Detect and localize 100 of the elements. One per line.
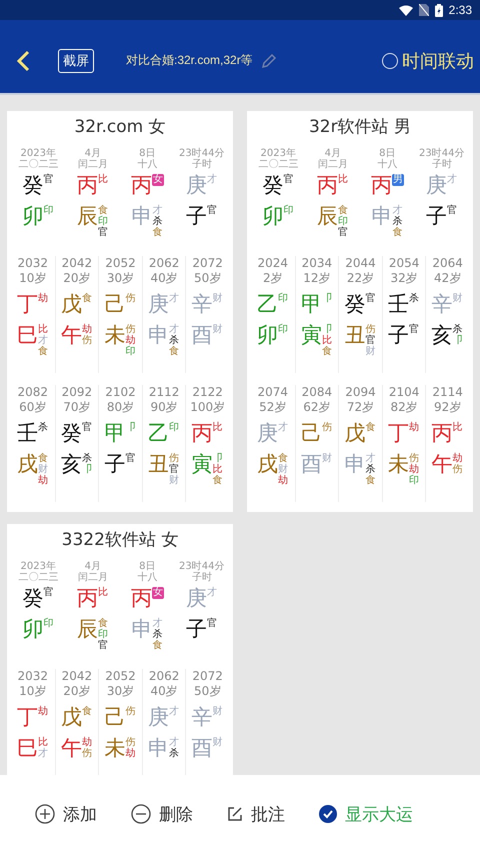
toolbar-button[interactable]: 批注 bbox=[251, 802, 285, 826]
gender-badge: 女 bbox=[152, 174, 164, 186]
god-tag: 才 bbox=[206, 174, 218, 185]
god-tag: 印 bbox=[338, 216, 349, 227]
pillar-character: 戊 bbox=[344, 421, 366, 445]
god-tag: 官 bbox=[98, 227, 109, 238]
age-label: 40岁 bbox=[150, 684, 178, 699]
pillar-character: 丙 bbox=[192, 421, 213, 445]
pillar-character: 卯 bbox=[262, 204, 284, 228]
date-label: 4月 bbox=[324, 148, 341, 159]
card-title: 32r.com 女 bbox=[73, 116, 167, 139]
god-tag: 才 bbox=[152, 205, 164, 216]
god-tag: 食 bbox=[98, 618, 109, 629]
toolbar-button[interactable]: 添加 bbox=[63, 802, 97, 826]
card-title: 3322软件站 女 bbox=[60, 529, 180, 552]
god-tag: 印 bbox=[409, 475, 420, 486]
god-tag: 财 bbox=[169, 475, 180, 486]
age-label: 62岁 bbox=[303, 400, 331, 415]
god-tag: 才 bbox=[392, 205, 404, 216]
god-tag: 伤 bbox=[82, 335, 93, 346]
god-tag: 杀 bbox=[169, 748, 180, 759]
god-tag: 才 bbox=[152, 618, 164, 629]
pillar-character: 庚 bbox=[148, 705, 170, 729]
god-tag: 劫 bbox=[38, 706, 49, 717]
pillar-character: 丁 bbox=[16, 705, 38, 729]
pillar-character: 寅 bbox=[300, 323, 322, 347]
date-label: 8日 bbox=[379, 148, 396, 159]
god-tag: 劫 bbox=[38, 475, 49, 486]
god-tag: 卩 bbox=[452, 335, 464, 346]
year-label: 2034 bbox=[302, 256, 332, 271]
pillar-character: 午 bbox=[60, 323, 82, 347]
god-tag: 食 bbox=[82, 706, 93, 717]
year-label: 2082 bbox=[18, 385, 48, 400]
god-tag: 食 bbox=[98, 205, 109, 216]
remove-icon[interactable] bbox=[131, 804, 151, 824]
pillar-character: 癸 bbox=[344, 292, 366, 316]
toolbar-button[interactable]: 删除 bbox=[159, 802, 193, 826]
screenshot-button[interactable]: 截屏 bbox=[58, 48, 94, 72]
god-tag: 才 bbox=[206, 587, 218, 598]
god-tag: 伤 bbox=[169, 453, 180, 464]
age-label: 60岁 bbox=[19, 400, 46, 415]
god-tag: 官 bbox=[365, 335, 376, 346]
year-label: 2074 bbox=[258, 385, 288, 400]
god-tag: 印 bbox=[278, 293, 289, 304]
age-label: 42岁 bbox=[434, 271, 462, 286]
god-tag: 劫 bbox=[409, 464, 420, 475]
god-tag: 卩 bbox=[82, 464, 93, 475]
pillar-character: 庚 bbox=[426, 173, 447, 197]
year-label: 2104 bbox=[388, 385, 420, 400]
god-tag: 官 bbox=[206, 205, 218, 216]
date-label: 2023年 bbox=[260, 148, 296, 159]
time-link-radio[interactable] bbox=[382, 52, 398, 68]
date-label: 闰二月 bbox=[318, 159, 348, 170]
checkmark-icon[interactable] bbox=[322, 808, 334, 820]
god-tag: 食 bbox=[82, 293, 93, 304]
date-label: 23时44分 bbox=[179, 148, 224, 159]
god-tag: 比 bbox=[212, 422, 224, 433]
checkbox[interactable] bbox=[319, 805, 337, 823]
god-tag: 官 bbox=[338, 227, 349, 238]
god-tag: 食 bbox=[322, 346, 333, 357]
god-tag: 印 bbox=[169, 422, 180, 433]
date-label: 闰二月 bbox=[78, 572, 108, 583]
god-tag: 杀 bbox=[365, 464, 376, 475]
god-tag: 劫 bbox=[125, 335, 136, 346]
year-label: 2112 bbox=[148, 385, 180, 400]
age-label: 50岁 bbox=[194, 271, 222, 286]
date-label: 8日 bbox=[139, 561, 156, 572]
pillar-character: 丙 bbox=[370, 173, 392, 197]
date-label: 子时 bbox=[192, 572, 212, 583]
pillar-character: 丙 bbox=[130, 586, 152, 610]
god-tag: 官 bbox=[43, 174, 54, 185]
pillar-character: 丙 bbox=[76, 173, 98, 197]
year-label: 2024 bbox=[258, 256, 288, 271]
pillar-character: 子 bbox=[104, 452, 126, 476]
back-button[interactable] bbox=[16, 50, 30, 72]
pillar-character: 午 bbox=[432, 452, 453, 476]
age-label: 92岁 bbox=[434, 400, 462, 415]
time-link-label[interactable]: 时间联动 bbox=[402, 48, 474, 72]
god-tag: 比 bbox=[98, 587, 109, 598]
add-icon[interactable] bbox=[35, 804, 55, 824]
god-tag: 杀 bbox=[82, 453, 93, 464]
year-label: 2064 bbox=[432, 256, 463, 271]
pillar-character: 酉 bbox=[192, 736, 213, 760]
god-tag: 劫 bbox=[82, 324, 93, 335]
age-label: 52岁 bbox=[259, 400, 286, 415]
edit-icon[interactable] bbox=[227, 806, 243, 822]
age-label: 30岁 bbox=[106, 684, 134, 699]
pillar-character: 申 bbox=[371, 204, 392, 228]
pillar-character: 卯 bbox=[22, 204, 44, 228]
year-label: 2062 bbox=[148, 256, 180, 271]
god-tag: 杀 bbox=[169, 335, 180, 346]
god-tag: 官 bbox=[206, 618, 218, 629]
god-tag: 才 bbox=[169, 293, 180, 304]
year-label: 2052 bbox=[105, 256, 136, 271]
age-label: 70岁 bbox=[63, 400, 91, 415]
year-label: 2114 bbox=[432, 385, 463, 400]
god-tag: 伤 bbox=[409, 453, 420, 464]
god-tag: 比 bbox=[212, 464, 224, 475]
year-label: 2084 bbox=[302, 385, 332, 400]
age-label: 82岁 bbox=[390, 400, 418, 415]
